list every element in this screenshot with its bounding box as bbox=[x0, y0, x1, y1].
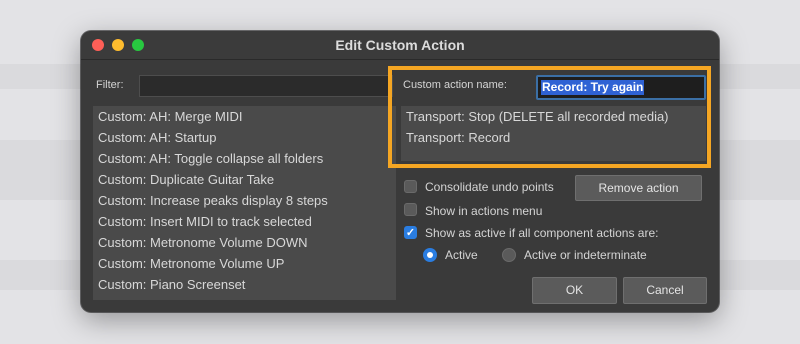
list-item[interactable]: Custom: Metronome Volume DOWN bbox=[93, 232, 396, 253]
list-item[interactable]: Custom: Increase peaks display 8 steps bbox=[93, 190, 396, 211]
checkmark-icon: ✓ bbox=[405, 227, 416, 239]
list-item[interactable]: Custom: Insert MIDI to track selected bbox=[93, 211, 396, 232]
list-item[interactable]: Custom: AH: Startup bbox=[93, 127, 396, 148]
list-item[interactable]: Custom: Duplicate Guitar Take bbox=[93, 169, 396, 190]
filter-input[interactable] bbox=[139, 75, 393, 97]
radio-active-or-indeterminate[interactable] bbox=[502, 248, 516, 262]
consolidate-undo-checkbox[interactable] bbox=[404, 180, 417, 193]
custom-action-name-text: Record: Try again bbox=[541, 80, 645, 95]
filter-label: Filter: bbox=[96, 79, 124, 91]
list-item[interactable]: Custom: Metronome Volume UP bbox=[93, 253, 396, 274]
list-item[interactable]: Custom: Piano Screenset bbox=[93, 274, 396, 295]
list-item[interactable]: Custom: AH: Merge MIDI bbox=[93, 106, 396, 127]
component-actions-list[interactable]: Transport: Stop (DELETE all recorded med… bbox=[401, 106, 706, 161]
radio-active[interactable] bbox=[423, 248, 437, 262]
component-action-item[interactable]: Transport: Stop (DELETE all recorded med… bbox=[401, 106, 706, 127]
consolidate-undo-label: Consolidate undo points bbox=[425, 180, 554, 194]
radio-active-label: Active bbox=[445, 248, 478, 262]
custom-actions-list[interactable]: Custom: AH: Merge MIDI Custom: AH: Startu… bbox=[93, 106, 396, 300]
custom-action-name-label: Custom action name: bbox=[403, 79, 507, 91]
remove-action-button[interactable]: Remove action bbox=[575, 175, 702, 201]
show-in-menu-checkbox[interactable] bbox=[404, 203, 417, 216]
window-title: Edit Custom Action bbox=[335, 37, 465, 53]
component-action-item[interactable]: Transport: Record bbox=[401, 127, 706, 148]
radio-active-or-indeterminate-label: Active or indeterminate bbox=[524, 248, 647, 262]
edit-custom-action-dialog: Edit Custom Action Filter: Custom: AH: M… bbox=[81, 31, 719, 312]
show-as-active-label: Show as active if all component actions … bbox=[425, 226, 659, 240]
cancel-button[interactable]: Cancel bbox=[623, 277, 707, 304]
list-item[interactable]: Custom: AH: Toggle collapse all folders bbox=[93, 148, 396, 169]
title-bar: Edit Custom Action bbox=[81, 31, 719, 60]
ok-button[interactable]: OK bbox=[532, 277, 617, 304]
show-as-active-checkbox[interactable]: ✓ bbox=[404, 226, 417, 239]
show-in-menu-label: Show in actions menu bbox=[425, 204, 543, 218]
custom-action-name-input[interactable]: Record: Try again bbox=[536, 75, 706, 100]
